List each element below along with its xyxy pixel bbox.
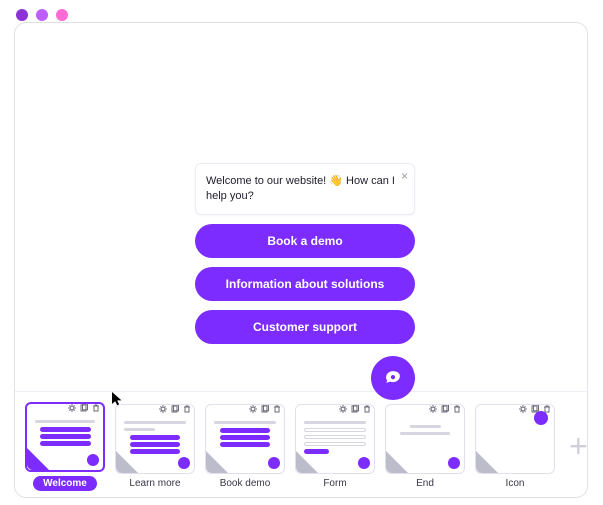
add-slide-button[interactable]: +	[569, 412, 588, 482]
greeting-text-prefix: Welcome to our website!	[206, 175, 329, 187]
slide-thumb-card	[115, 404, 195, 474]
copy-icon[interactable]	[170, 404, 180, 414]
mini-fab-icon	[534, 411, 548, 425]
wave-emoji: 👋	[329, 174, 343, 189]
slide-thumb-card	[295, 404, 375, 474]
option-customer-support-button[interactable]: Customer support	[195, 310, 415, 344]
chat-bubble-icon	[382, 367, 404, 389]
trash-icon[interactable]	[272, 404, 282, 414]
slide-corner-badge	[206, 451, 228, 473]
app-frame: × Welcome to our website! 👋 How can I he…	[0, 0, 603, 505]
editor-window: × Welcome to our website! 👋 How can I he…	[14, 22, 588, 498]
trash-icon[interactable]	[452, 404, 462, 414]
slide-tray: Welcome	[15, 391, 587, 497]
slide-corner-badge	[27, 448, 49, 470]
window-dot-min[interactable]	[36, 9, 48, 21]
gear-icon[interactable]	[248, 404, 258, 414]
slide-thumb-label: Book demo	[220, 478, 271, 489]
slide-thumb-icon[interactable]: Icon	[475, 404, 555, 489]
gear-icon[interactable]	[518, 404, 528, 414]
slide-thumb-card	[475, 404, 555, 474]
slide-thumb-card	[25, 402, 105, 472]
slide-thumb-welcome[interactable]: Welcome	[25, 402, 105, 491]
gear-icon[interactable]	[428, 404, 438, 414]
plus-icon: +	[569, 428, 588, 465]
gear-icon[interactable]	[338, 404, 348, 414]
copy-icon[interactable]	[440, 404, 450, 414]
gear-icon[interactable]	[67, 403, 77, 413]
slide-thumb-card	[385, 404, 465, 474]
option-book-demo-button[interactable]: Book a demo	[195, 224, 415, 258]
thumb-tools	[158, 404, 192, 414]
slide-thumb-label: Icon	[506, 478, 525, 489]
thumb-tools	[338, 404, 372, 414]
trash-icon[interactable]	[182, 404, 192, 414]
copy-icon[interactable]	[350, 404, 360, 414]
slide-thumb-label: Form	[323, 478, 346, 489]
close-icon[interactable]: ×	[401, 168, 408, 184]
copy-icon[interactable]	[79, 403, 89, 413]
thumb-tools	[248, 404, 282, 414]
thumb-tools	[67, 403, 101, 413]
mini-fab-icon	[87, 454, 99, 466]
slide-thumb-book-demo[interactable]: Book demo	[205, 404, 285, 489]
slide-corner-badge	[386, 451, 408, 473]
mini-fab-icon	[358, 457, 370, 469]
option-info-solutions-button[interactable]: Information about solutions	[195, 267, 415, 301]
copy-icon[interactable]	[260, 404, 270, 414]
slide-thumb-label: Learn more	[129, 478, 180, 489]
chat-launcher-fab[interactable]	[371, 356, 415, 400]
slide-thumb-form[interactable]: Form	[295, 404, 375, 489]
preview-canvas: × Welcome to our website! 👋 How can I he…	[15, 23, 587, 391]
slide-corner-badge	[476, 451, 498, 473]
greeting-bubble: × Welcome to our website! 👋 How can I he…	[195, 163, 415, 215]
chat-widget-preview: × Welcome to our website! 👋 How can I he…	[195, 163, 415, 344]
window-dot-max[interactable]	[56, 9, 68, 21]
thumb-tools	[428, 404, 462, 414]
slide-thumb-label: End	[416, 478, 434, 489]
slide-thumb-label: Welcome	[33, 476, 97, 491]
mini-fab-icon	[178, 457, 190, 469]
slide-thumb-learn-more[interactable]: Learn more	[115, 404, 195, 489]
slide-thumb-end[interactable]: End	[385, 404, 465, 489]
mini-fab-icon	[448, 457, 460, 469]
trash-icon[interactable]	[362, 404, 372, 414]
window-dot-close[interactable]	[16, 9, 28, 21]
slide-thumb-card	[205, 404, 285, 474]
mini-fab-icon	[268, 457, 280, 469]
gear-icon[interactable]	[158, 404, 168, 414]
trash-icon[interactable]	[91, 403, 101, 413]
